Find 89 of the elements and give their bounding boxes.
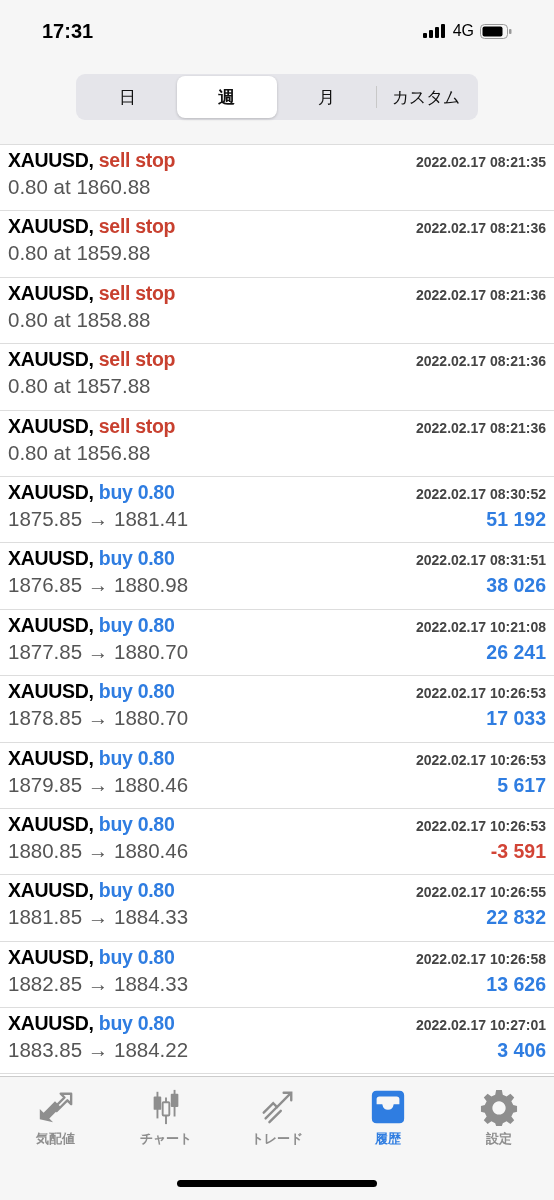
settings-icon bbox=[478, 1088, 519, 1126]
timestamp: 2022.02.17 08:21:36 bbox=[416, 353, 546, 370]
symbol-label: XAUUSD, bbox=[8, 547, 94, 570]
symbol-label: XAUUSD, bbox=[8, 480, 94, 503]
history-row[interactable]: XAUUSD, buy 0.80 2022.02.17 10:26:53 1878.85 → 1880.70 17 033 bbox=[0, 676, 554, 743]
timestamp: 2022.02.17 10:26:53 bbox=[416, 751, 546, 768]
trade-action-label: sell stop bbox=[98, 149, 176, 171]
price-change: 1877.85 → 1880.70 bbox=[8, 639, 189, 664]
trade-action-label: sell stop bbox=[98, 414, 176, 437]
price-change: 1880.85 → 1880.46 bbox=[8, 838, 189, 863]
network-label: 4G bbox=[452, 22, 474, 40]
symbol-label: XAUUSD, bbox=[8, 348, 94, 371]
status-time: 17:31 bbox=[42, 19, 94, 43]
history-row[interactable]: XAUUSD, sell stop 2022.02.17 08:21:36 0.80 at 1858.88 bbox=[0, 277, 554, 345]
trade-action-label: buy 0.80 bbox=[98, 812, 175, 835]
symbol-label: XAUUSD, bbox=[8, 1012, 94, 1035]
timestamp: 2022.02.17 08:30:52 bbox=[416, 485, 546, 502]
battery-icon bbox=[480, 23, 512, 39]
timestamp: 2022.02.17 10:26:55 bbox=[416, 884, 546, 901]
price-change: 1876.85 → 1880.98 bbox=[8, 573, 189, 598]
order-detail: 0.80 at 1860.88 bbox=[8, 175, 151, 199]
symbol-label: XAUUSD, bbox=[8, 281, 94, 304]
price-change: 1879.85 → 1880.46 bbox=[8, 772, 189, 797]
timestamp: 2022.02.17 08:21:35 bbox=[416, 154, 546, 170]
profit-value: 3 406 bbox=[497, 1039, 546, 1063]
history-row[interactable]: XAUUSD, buy 0.80 2022.02.17 08:30:52 1875.85 → 1881.41 51 192 bbox=[0, 476, 554, 544]
trade-action-label: buy 0.80 bbox=[98, 680, 175, 703]
history-row[interactable]: XAUUSD, buy 0.80 2022.02.17 08:31:51 1876.85 → 1880.98 38 026 bbox=[0, 543, 554, 610]
profit-value: 22 832 bbox=[486, 906, 546, 930]
order-detail: 0.80 at 1856.88 bbox=[8, 440, 151, 465]
signal-icon bbox=[422, 24, 447, 38]
tab-bar-item[interactable]: 履歴 bbox=[332, 1087, 444, 1149]
history-row[interactable]: XAUUSD, sell stop 2022.02.17 08:21:35 0.80 at 1860.88 bbox=[0, 145, 554, 212]
trade-action-label: sell stop bbox=[98, 281, 176, 304]
trade-action-label: sell stop bbox=[98, 348, 176, 371]
period-tab[interactable]: カスタム bbox=[376, 76, 476, 118]
profit-value: 38 026 bbox=[486, 574, 546, 598]
profit-value: 5 617 bbox=[497, 773, 546, 797]
history-row[interactable]: XAUUSD, buy 0.80 2022.02.17 10:26:58 1882.85 → 1884.33 13 626 bbox=[0, 941, 554, 1009]
symbol-label: XAUUSD, bbox=[8, 812, 94, 835]
symbol-label: XAUUSD, bbox=[8, 879, 94, 902]
symbol-label: XAUUSD, bbox=[8, 945, 94, 968]
trade-action-label: buy 0.80 bbox=[98, 1012, 175, 1035]
profit-value: 17 033 bbox=[486, 707, 546, 731]
period-tab[interactable]: 週 bbox=[177, 76, 277, 118]
order-detail: 0.80 at 1859.88 bbox=[8, 241, 151, 266]
profit-value: 13 626 bbox=[486, 972, 546, 996]
trade-action-label: buy 0.80 bbox=[98, 613, 175, 636]
profit-value: -3 591 bbox=[490, 839, 546, 863]
symbol-label: XAUUSD, bbox=[8, 215, 94, 238]
timestamp: 2022.02.17 10:26:53 bbox=[416, 817, 546, 834]
timestamp: 2022.02.17 08:21:36 bbox=[416, 220, 546, 237]
symbol-label: XAUUSD, bbox=[8, 149, 94, 171]
price-change: 1875.85 → 1881.41 bbox=[8, 506, 189, 531]
trade-action-label: sell stop bbox=[98, 215, 176, 238]
timestamp: 2022.02.17 08:21:36 bbox=[416, 286, 546, 303]
symbol-label: XAUUSD, bbox=[8, 746, 94, 769]
history-row[interactable]: XAUUSD, buy 0.80 2022.02.17 10:27:01 1883.85 → 1884.22 3 406 bbox=[0, 1008, 554, 1075]
price-change: 1883.85 → 1884.22 bbox=[8, 1038, 189, 1063]
trade-action-label: buy 0.80 bbox=[98, 746, 175, 769]
period-tab[interactable]: 月 bbox=[276, 76, 376, 118]
history-row[interactable]: XAUUSD, buy 0.80 2022.02.17 10:26:53 1880.85 → 1880.46 -3 591 bbox=[0, 808, 554, 876]
timestamp: 2022.02.17 10:21:08 bbox=[416, 618, 546, 635]
history-row[interactable]: XAUUSD, sell stop 2022.02.17 08:21:36 0.80 at 1856.88 bbox=[0, 410, 554, 477]
timestamp: 2022.02.17 10:26:53 bbox=[416, 685, 546, 702]
timestamp: 2022.02.17 10:27:01 bbox=[416, 1017, 546, 1034]
timestamp: 2022.02.17 08:31:51 bbox=[416, 552, 546, 569]
timestamp: 2022.02.17 10:26:58 bbox=[416, 950, 546, 967]
price-change: 1878.85 → 1880.70 bbox=[8, 706, 189, 731]
price-change: 1881.85 → 1884.33 bbox=[8, 905, 189, 930]
period-tab[interactable]: 日 bbox=[78, 76, 178, 118]
history-row[interactable]: XAUUSD, buy 0.80 2022.02.17 10:26:53 1879.85 → 1880.46 5 617 bbox=[0, 742, 554, 809]
trade-action-label: buy 0.80 bbox=[98, 480, 175, 503]
profit-value: 51 192 bbox=[486, 507, 546, 531]
history-row[interactable]: XAUUSD, buy 0.80 2022.02.17 10:26:55 1881.85 → 1884.33 22 832 bbox=[0, 875, 554, 942]
timestamp: 2022.02.17 08:21:36 bbox=[416, 419, 546, 436]
order-detail: 0.80 at 1857.88 bbox=[8, 374, 151, 399]
symbol-label: XAUUSD, bbox=[8, 613, 94, 636]
trade-action-label: buy 0.80 bbox=[98, 547, 175, 570]
symbol-label: XAUUSD, bbox=[8, 680, 94, 703]
history-row[interactable]: XAUUSD, sell stop 2022.02.17 08:21:36 0.80 at 1859.88 bbox=[0, 211, 554, 278]
history-row[interactable]: XAUUSD, buy 0.80 2022.02.17 10:21:08 1877.85 → 1880.70 26 241 bbox=[0, 609, 554, 677]
trade-action-label: buy 0.80 bbox=[98, 945, 175, 968]
trade-action-label: buy 0.80 bbox=[98, 879, 175, 902]
history-row[interactable]: XAUUSD, sell stop 2022.02.17 08:21:36 0.80 at 1857.88 bbox=[0, 344, 554, 411]
price-change: 1882.85 → 1884.33 bbox=[8, 971, 189, 996]
profit-value: 26 241 bbox=[486, 640, 546, 664]
symbol-label: XAUUSD, bbox=[8, 414, 94, 437]
order-detail: 0.80 at 1858.88 bbox=[8, 307, 151, 332]
